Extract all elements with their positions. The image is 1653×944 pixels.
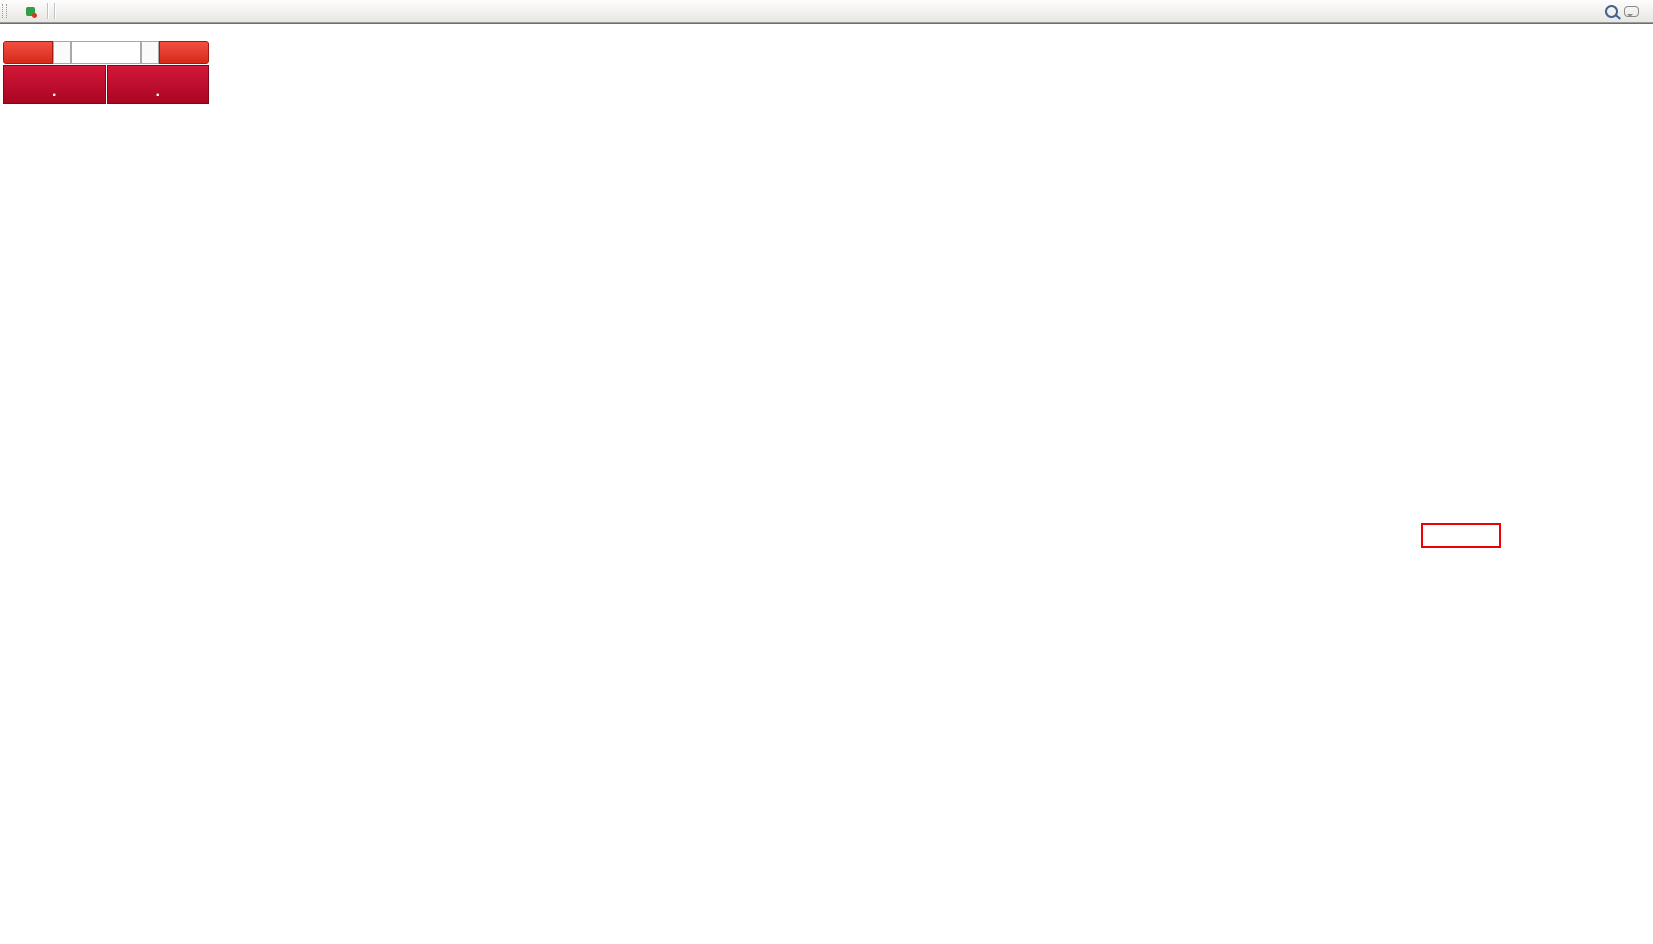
buy-button[interactable] — [159, 41, 209, 64]
toolbar — [0, 0, 1653, 23]
toolbar-grip[interactable] — [2, 4, 7, 18]
chart-canvas[interactable] — [0, 0, 1653, 944]
chat-icon[interactable] — [1624, 2, 1645, 21]
ask-price-panel[interactable]: . — [107, 65, 210, 104]
sell-button[interactable] — [3, 41, 53, 64]
toolbar-separator — [47, 3, 48, 19]
chart-header — [5, 26, 14, 38]
level-price-box[interactable] — [1421, 523, 1501, 548]
search-icon[interactable] — [1603, 2, 1624, 21]
volume-input[interactable] — [71, 41, 141, 64]
auto-trading-icon — [26, 7, 35, 16]
bid-price-panel[interactable]: . — [3, 65, 106, 104]
toolbar-separator — [54, 3, 55, 19]
volume-increase-button[interactable] — [141, 41, 159, 64]
volume-decrease-button[interactable] — [53, 41, 71, 64]
auto-trading-button[interactable] — [21, 2, 44, 20]
new-order-button[interactable] — [11, 2, 21, 20]
one-click-trade-panel: . . — [3, 41, 209, 104]
